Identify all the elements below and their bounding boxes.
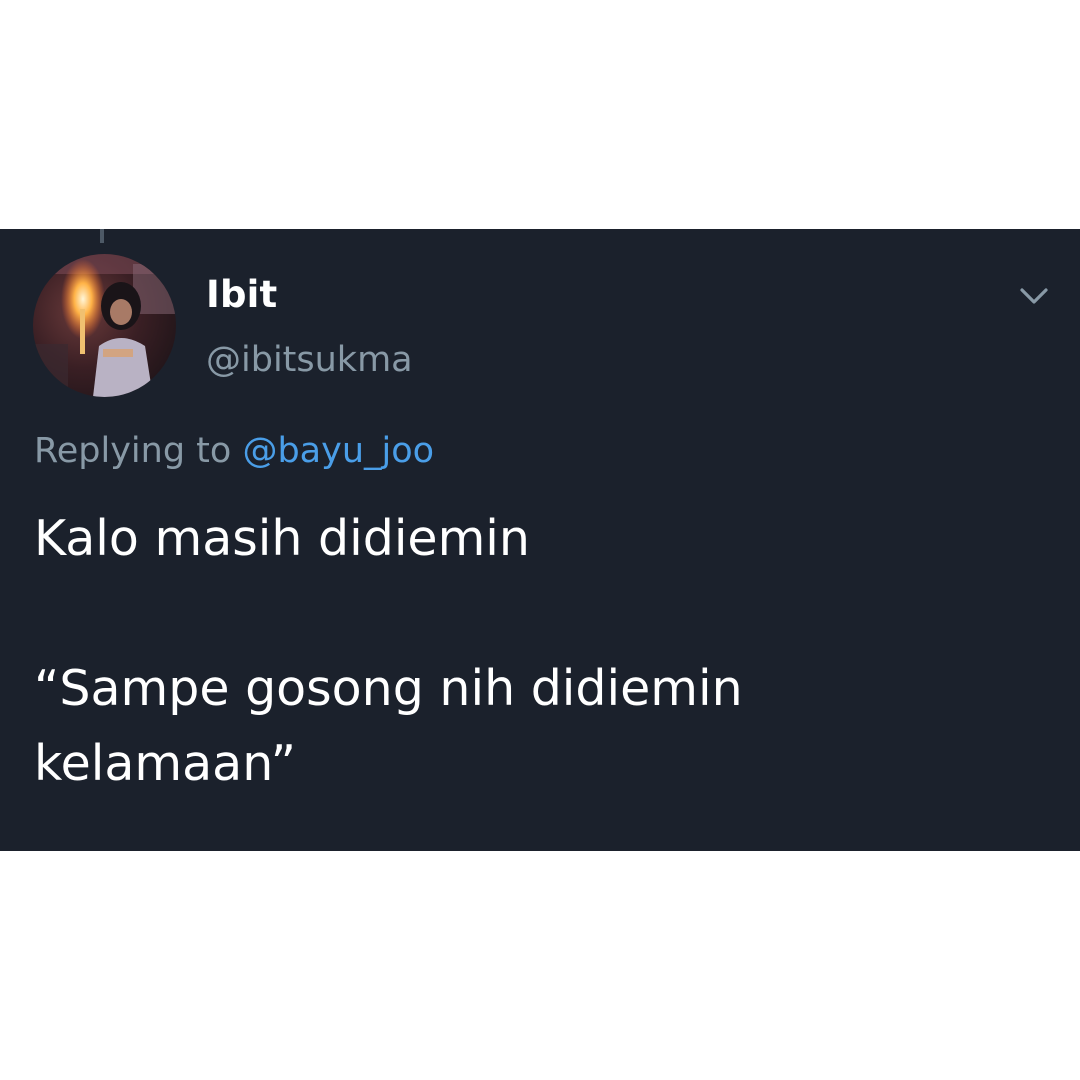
tweet-text-line: “Sampe gosong nih didiemin — [34, 660, 743, 717]
tweet-text: Kalo masih didiemin “Sampe gosong nih di… — [34, 501, 1034, 801]
replying-to-line: Replying to @bayu_joo — [34, 431, 434, 471]
user-handle[interactable]: @ibitsukma — [206, 340, 413, 380]
screenshot-frame: Ibit @ibitsukma Replying to @bayu_joo Ka… — [0, 0, 1080, 1080]
avatar[interactable] — [33, 254, 176, 397]
more-options-button[interactable] — [1016, 279, 1052, 315]
reply-to-handle-link[interactable]: @bayu_joo — [242, 431, 434, 471]
tweet-text-line: kelamaan” — [34, 735, 296, 792]
thread-connector-line — [100, 229, 104, 243]
chevron-down-icon — [1020, 288, 1048, 304]
avatar-photo-icon — [33, 254, 176, 397]
display-name[interactable]: Ibit — [206, 273, 277, 316]
tweet-text-line: Kalo masih didiemin — [34, 510, 530, 567]
replying-to-label: Replying to — [34, 431, 232, 471]
tweet-card: Ibit @ibitsukma Replying to @bayu_joo Ka… — [0, 229, 1080, 851]
